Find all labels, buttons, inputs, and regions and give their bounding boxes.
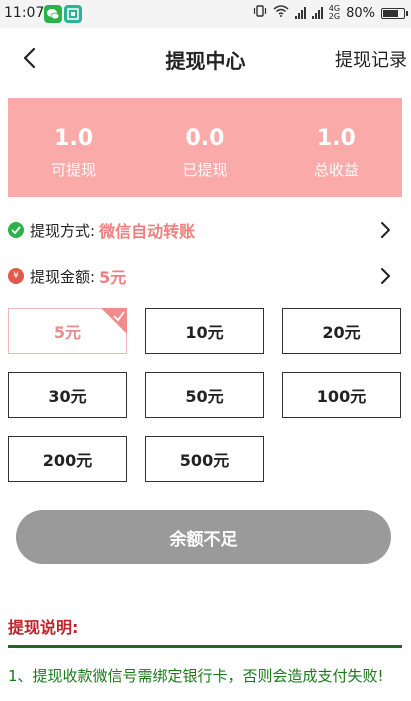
total-earnings-stat: 1.0 总收益 <box>271 98 402 197</box>
amount-option-500[interactable]: 500元 <box>145 436 264 482</box>
withdrawable-value: 1.0 <box>54 126 94 151</box>
battery-percent: 80% <box>346 5 375 21</box>
amount-option-label: 100元 <box>316 387 367 406</box>
withdrawn-stat: 0.0 已提现 <box>139 98 270 197</box>
notes-divider <box>8 645 402 648</box>
withdraw-method-row[interactable]: 提现方式: 微信自动转账 <box>0 210 411 250</box>
network-type: 4G 2G <box>328 4 341 21</box>
withdraw-amount-label: 提现金额: <box>30 267 96 286</box>
amount-option-50[interactable]: 50元 <box>145 372 264 418</box>
amount-option-label: 500元 <box>179 451 230 470</box>
status-bar: 11:07 4G 2G 80% <box>0 0 411 28</box>
withdrawable-stat: 1.0 可提现 <box>8 98 139 197</box>
nav-bar: 提现中心 提现记录 <box>0 28 411 88</box>
withdraw-method-value: 微信自动转账 <box>99 222 196 241</box>
yuan-icon: ¥ <box>8 268 24 284</box>
amount-option-100[interactable]: 100元 <box>282 372 401 418</box>
amount-option-5[interactable]: 5元 <box>8 308 127 354</box>
amount-option-200[interactable]: 200元 <box>8 436 127 482</box>
selected-check-icon <box>101 308 127 334</box>
signal-icon-2 <box>311 7 323 19</box>
wechat-pay-icon <box>8 222 24 238</box>
amount-option-label: 10元 <box>185 323 224 342</box>
signal-icon <box>294 7 306 19</box>
wechat-notification-icon <box>44 5 62 23</box>
battery-icon <box>381 7 408 19</box>
amount-option-20[interactable]: 20元 <box>282 308 401 354</box>
withdraw-submit-button[interactable]: 余额不足 <box>16 510 391 564</box>
withdraw-records-link[interactable]: 提现记录 <box>335 46 407 72</box>
chevron-right-icon <box>381 268 390 284</box>
amount-option-label: 20元 <box>322 323 361 342</box>
amount-option-label: 30元 <box>48 387 87 406</box>
total-earnings-label: 总收益 <box>313 161 359 179</box>
amount-option-label: 5元 <box>53 323 82 342</box>
amount-option-label: 200元 <box>42 451 93 470</box>
chevron-right-icon <box>381 222 390 238</box>
status-time: 11:07 <box>4 5 45 21</box>
notes-item: 1、提现收款微信号需绑定银行卡，否则会造成支付失败! <box>8 667 384 685</box>
amount-option-10[interactable]: 10元 <box>145 308 264 354</box>
vibrate-icon <box>253 5 267 21</box>
withdraw-amount-value: 5元 <box>99 268 127 287</box>
wifi-icon <box>273 5 289 21</box>
withdraw-method-label: 提现方式: <box>30 221 96 240</box>
withdrawn-value: 0.0 <box>185 126 225 151</box>
app-notification-icon <box>64 5 82 23</box>
amount-option-label: 50元 <box>185 387 224 406</box>
withdrawn-label: 已提现 <box>182 161 228 179</box>
amount-option-30[interactable]: 30元 <box>8 372 127 418</box>
withdraw-amount-row[interactable]: ¥ 提现金额: 5元 <box>0 256 411 296</box>
balance-summary-card: 1.0 可提现 0.0 已提现 1.0 总收益 <box>8 98 402 197</box>
withdrawable-label: 可提现 <box>51 161 97 179</box>
status-indicators: 4G 2G 80% <box>253 4 408 21</box>
total-earnings-value: 1.0 <box>316 126 356 151</box>
notes-title: 提现说明: <box>8 618 79 637</box>
